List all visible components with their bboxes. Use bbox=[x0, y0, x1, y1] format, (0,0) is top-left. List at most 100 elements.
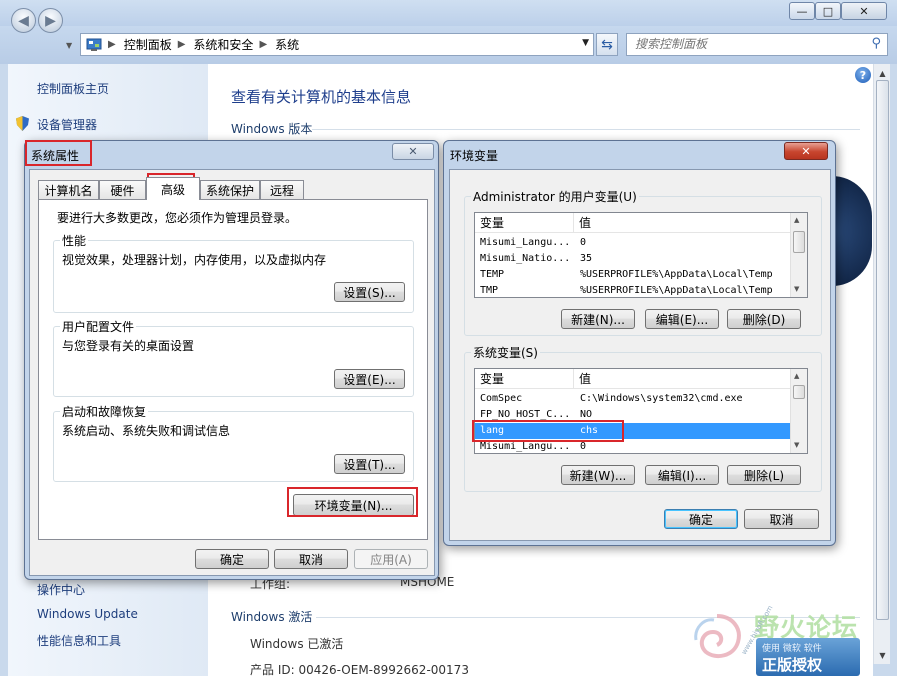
column-header-value[interactable]: 值 bbox=[574, 213, 792, 233]
performance-info-link[interactable]: 性能信息和工具 bbox=[37, 632, 121, 649]
system-new-button[interactable]: 新建(W)... bbox=[561, 465, 635, 485]
cancel-button[interactable]: 取消 bbox=[744, 509, 819, 529]
tab-advanced[interactable]: 高级 bbox=[146, 177, 200, 200]
dialog-close-button[interactable]: ✕ bbox=[784, 142, 828, 160]
system-variables-list[interactable]: 变量 值 ComSpec C:\Windows\system32\cmd.exe… bbox=[474, 368, 808, 454]
content-scrollbar[interactable]: ▲ ▼ bbox=[873, 64, 890, 664]
cancel-button[interactable]: 取消 bbox=[274, 549, 348, 569]
activation-heading: Windows 激活 bbox=[231, 610, 313, 624]
maximize-button[interactable]: □ bbox=[815, 2, 841, 20]
dialog-title: 环境变量 bbox=[450, 149, 499, 163]
breadcrumb-separator-icon: ▶ bbox=[177, 39, 186, 50]
breadcrumb-control-panel[interactable]: 控制面板 bbox=[124, 36, 172, 53]
tab-remote[interactable]: 远程 bbox=[260, 180, 304, 199]
table-row[interactable]: FP_NO_HOST_C... NO bbox=[475, 407, 792, 423]
list-header: 变量 值 bbox=[475, 369, 792, 389]
table-row-selected[interactable]: lang chs bbox=[475, 423, 792, 439]
group-description: 视觉效果，处理器计划，内存使用，以及虚拟内存 bbox=[62, 253, 327, 267]
uac-shield-icon bbox=[16, 116, 29, 131]
search-input[interactable] bbox=[633, 34, 858, 54]
table-row[interactable]: TEMP %USERPROFILE%\AppData\Local\Temp bbox=[475, 267, 773, 283]
tab-system-protection[interactable]: 系统保护 bbox=[200, 180, 260, 199]
search-icon[interactable]: ⚲ bbox=[871, 36, 881, 51]
scroll-up-icon[interactable]: ▲ bbox=[876, 66, 889, 80]
scroll-down-icon[interactable]: ▼ bbox=[794, 285, 799, 293]
startup-recovery-settings-button[interactable]: 设置(T)... bbox=[334, 454, 405, 474]
variable-name: lang bbox=[480, 425, 505, 436]
back-button[interactable]: ◀ bbox=[11, 8, 36, 33]
scrollbar-thumb[interactable] bbox=[876, 80, 889, 620]
refresh-button[interactable]: ⇆ bbox=[596, 33, 618, 56]
search-box: ⚲ bbox=[626, 33, 888, 56]
system-properties-dialog: 系统属性 ✕ 计算机名 硬件 高级 系统保护 远程 要进行大多数更改，您必须作为… bbox=[24, 140, 439, 580]
table-row[interactable]: TMP %USERPROFILE%\AppData\Local\Temp bbox=[475, 283, 773, 297]
section-divider bbox=[312, 129, 860, 130]
group-label: 启动和故障恢复 bbox=[60, 403, 149, 420]
variable-name: ComSpec bbox=[480, 393, 523, 404]
performance-settings-button[interactable]: 设置(S)... bbox=[334, 282, 405, 302]
ok-button[interactable]: 确定 bbox=[195, 549, 269, 569]
scroll-down-icon[interactable]: ▼ bbox=[794, 441, 799, 449]
system-edit-button[interactable]: 编辑(I)... bbox=[645, 465, 719, 485]
user-edit-button[interactable]: 编辑(E)... bbox=[645, 309, 719, 329]
control-panel-icon bbox=[86, 38, 102, 51]
scrollbar-thumb[interactable] bbox=[793, 231, 805, 253]
address-dropdown-icon[interactable]: ▼ bbox=[582, 38, 589, 48]
scroll-down-icon[interactable]: ▼ bbox=[876, 648, 889, 662]
group-description: 系统启动、系统失败和调试信息 bbox=[62, 424, 231, 438]
breadcrumb-system[interactable]: 系统 bbox=[275, 36, 299, 53]
table-row[interactable]: Misumi_Langu... 0 bbox=[475, 235, 586, 251]
windows-edition-heading: Windows 版本 bbox=[231, 122, 313, 136]
address-bar[interactable]: ▶ 控制面板 ▶ 系统和安全 ▶ 系统 ▼ bbox=[80, 33, 594, 56]
breadcrumb-system-security[interactable]: 系统和安全 bbox=[193, 36, 253, 53]
column-header-value[interactable]: 值 bbox=[574, 369, 792, 389]
variable-value: %USERPROFILE%\AppData\Local\Temp bbox=[580, 285, 773, 296]
maximize-icon: □ bbox=[822, 4, 834, 18]
variable-value: 35 bbox=[580, 253, 593, 264]
variable-value: chs bbox=[580, 425, 599, 436]
breadcrumb-separator-icon: ▶ bbox=[108, 39, 116, 50]
device-manager-link[interactable]: 设备管理器 bbox=[37, 116, 97, 133]
tab-hardware[interactable]: 硬件 bbox=[99, 180, 146, 199]
dialog-close-button[interactable]: ✕ bbox=[392, 143, 434, 160]
forward-arrow-icon: ▶ bbox=[45, 12, 56, 29]
list-scrollbar[interactable]: ▲ ▼ bbox=[790, 213, 807, 297]
user-delete-button[interactable]: 删除(D) bbox=[727, 309, 801, 329]
column-header-variable[interactable]: 变量 bbox=[475, 369, 574, 389]
table-row[interactable]: Misumi_Natio... 35 bbox=[475, 251, 592, 267]
scroll-up-icon[interactable]: ▲ bbox=[794, 372, 799, 380]
environment-variables-button[interactable]: 环境变量(N)... bbox=[293, 494, 414, 516]
user-profiles-settings-button[interactable]: 设置(E)... bbox=[334, 369, 405, 389]
control-panel-home-link[interactable]: 控制面板主页 bbox=[37, 80, 109, 97]
close-button[interactable]: ✕ bbox=[841, 2, 887, 20]
refresh-icon: ⇆ bbox=[601, 36, 613, 53]
windows-update-link[interactable]: Windows Update bbox=[37, 607, 138, 621]
table-row[interactable]: Misumi_Langu... 0 bbox=[475, 439, 792, 453]
minimize-button[interactable]: — bbox=[789, 2, 815, 20]
forward-button[interactable]: ▶ bbox=[38, 8, 63, 33]
page-title: 查看有关计算机的基本信息 bbox=[231, 88, 412, 106]
window-titlebar: — □ ✕ bbox=[0, 0, 897, 26]
scroll-up-icon[interactable]: ▲ bbox=[794, 216, 799, 224]
user-new-button[interactable]: 新建(N)... bbox=[561, 309, 635, 329]
badge-line-2: 正版授权 bbox=[762, 656, 823, 674]
ok-button[interactable]: 确定 bbox=[664, 509, 738, 529]
user-profiles-group: 用户配置文件 与您登录有关的桌面设置 设置(E)... bbox=[53, 318, 414, 397]
column-header-variable[interactable]: 变量 bbox=[475, 213, 574, 233]
variable-name: FP_NO_HOST_C... bbox=[480, 409, 571, 420]
help-icon[interactable]: ? bbox=[855, 67, 871, 83]
list-header: 变量 值 bbox=[475, 213, 792, 233]
startup-recovery-group: 启动和故障恢复 系统启动、系统失败和调试信息 设置(T)... bbox=[53, 403, 414, 482]
table-row[interactable]: ComSpec C:\Windows\system32\cmd.exe bbox=[475, 391, 792, 407]
scrollbar-thumb[interactable] bbox=[793, 385, 805, 399]
environment-variables-dialog: 环境变量 ✕ Administrator 的用户变量(U) 变量 值 Misum… bbox=[443, 140, 836, 546]
user-variables-list[interactable]: 变量 值 Misumi_Langu... 0 Misumi_Natio... 3… bbox=[474, 212, 808, 298]
action-center-link[interactable]: 操作中心 bbox=[37, 581, 85, 598]
recent-pages-dropdown[interactable]: ▼ bbox=[66, 41, 72, 50]
tab-computer-name[interactable]: 计算机名 bbox=[38, 180, 99, 199]
list-scrollbar[interactable]: ▲ ▼ bbox=[790, 369, 807, 453]
badge-line-1: 使用 微软 软件 bbox=[762, 644, 822, 654]
apply-button[interactable]: 应用(A) bbox=[354, 549, 428, 569]
variable-value: NO bbox=[580, 409, 593, 420]
system-delete-button[interactable]: 删除(L) bbox=[727, 465, 801, 485]
